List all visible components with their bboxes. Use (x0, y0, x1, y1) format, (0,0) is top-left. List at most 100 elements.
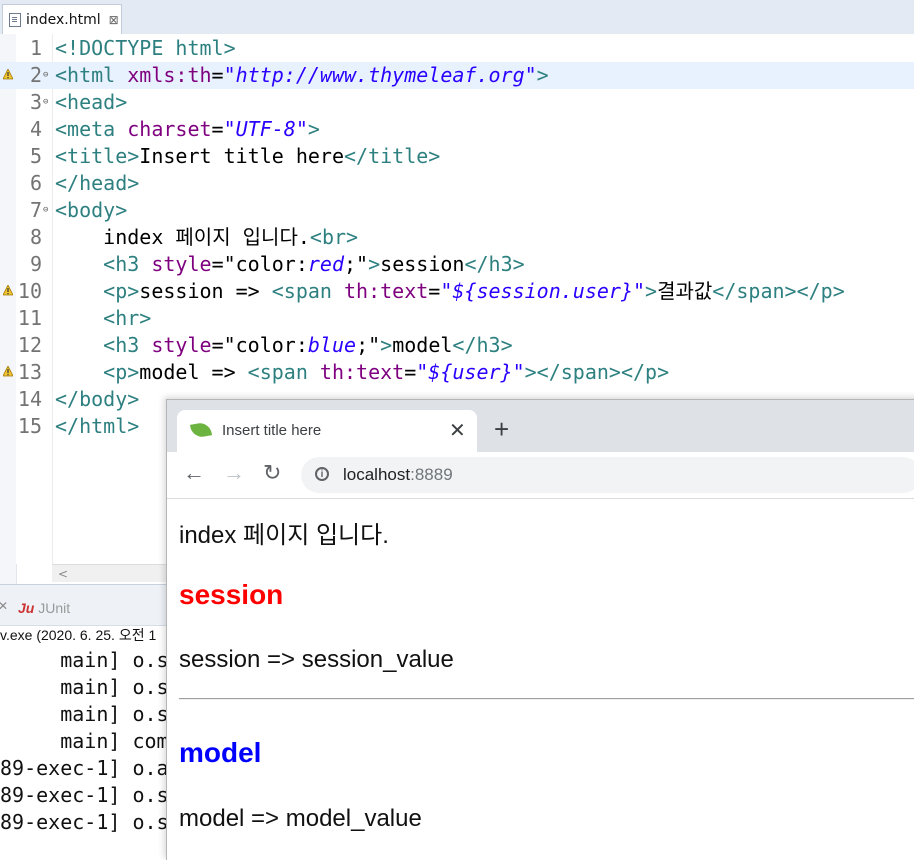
code-token: > (645, 279, 658, 303)
code-token: <p> (103, 360, 140, 384)
code-text: <head> (55, 89, 127, 116)
browser-tab[interactable]: Insert title here ✕ (177, 410, 477, 452)
close-view-icon[interactable]: ✕ (0, 599, 8, 613)
code-token: = (211, 63, 224, 87)
code-token: ;" (344, 252, 369, 276)
code-token: Insert title here (139, 144, 344, 168)
code-line[interactable]: 5 <title>Insert title here</title> (0, 143, 914, 170)
close-tab-icon[interactable]: ⊠ (109, 13, 119, 27)
code-token: red (307, 252, 345, 276)
horizontal-scrollbar[interactable]: < (52, 564, 172, 582)
code-token: style (151, 333, 212, 357)
line-number: 1 (29, 36, 42, 60)
fold-toggle-icon[interactable]: ⊖ (43, 197, 48, 224)
address-bar[interactable]: i localhost:8889 (301, 457, 914, 493)
new-tab-icon[interactable]: + (494, 416, 509, 442)
code-token: "${session.user}" (440, 279, 646, 303)
tab-junit[interactable]: Ju JUnit (18, 600, 70, 616)
intro-text: index 페이지 입니다. (179, 522, 389, 549)
fold-toggle-icon[interactable]: ⊖ (43, 62, 48, 89)
code-token: ="color: (211, 333, 308, 357)
code-token: "UTF-8" (223, 117, 308, 141)
code-token: xmls:th (127, 63, 212, 87)
code-token: > (380, 333, 393, 357)
code-text: <h3 style="color:red;">session</h3> (55, 251, 525, 278)
code-token: </body> (55, 387, 140, 411)
code-token: = (404, 360, 417, 384)
browser-tab-title: Insert title here (222, 422, 322, 439)
code-token: </span></p> (712, 279, 845, 303)
code-line[interactable]: 8 index 페이지 입니다.<br> (0, 224, 914, 251)
session-heading: session (179, 579, 284, 610)
code-token: <span (247, 360, 320, 384)
code-token: </h3> (452, 333, 513, 357)
code-token: <title> (55, 144, 140, 168)
code-token: </head> (55, 171, 140, 195)
code-text: <hr> (55, 305, 151, 332)
code-line[interactable]: 10 <p>session => <span th:text="${sessio… (0, 278, 914, 305)
code-token: <p> (103, 279, 140, 303)
code-line[interactable]: 2 ⊖ <html xmls:th="http://www.thymeleaf.or… (0, 62, 914, 89)
forward-arrow-icon[interactable]: → (223, 460, 245, 486)
code-token: 결과값 (657, 279, 713, 303)
code-token: <span (271, 279, 344, 303)
line-number: 3 (29, 90, 42, 114)
code-token: th:text (344, 279, 429, 303)
spring-leaf-icon (189, 421, 213, 439)
code-line[interactable]: 7 ⊖ <body> (0, 197, 914, 224)
code-text: <p>model => <span th:text="${user}"></sp… (55, 359, 669, 386)
code-token: ></span></p> (524, 360, 670, 384)
url-text: localhost:8889 (343, 465, 453, 484)
code-text: <title>Insert title here</title> (55, 143, 440, 170)
line-number: 14 (17, 387, 42, 411)
console-line: 89-exec-1] o.s (0, 810, 169, 834)
code-token: <br> (309, 225, 359, 249)
code-line[interactable]: 9 <h3 style="color:red;">session</h3> (0, 251, 914, 278)
code-token: </title> (344, 144, 441, 168)
code-line[interactable]: 11 <hr> (0, 305, 914, 332)
back-arrow-icon[interactable]: ← (183, 460, 205, 486)
close-icon[interactable]: ✕ (449, 418, 466, 443)
code-line[interactable]: 6 </head> (0, 170, 914, 197)
code-token: <head> (55, 90, 128, 114)
code-token: </h3> (464, 252, 525, 276)
code-token: > (536, 63, 549, 87)
code-line[interactable]: 12 <h3 style="color:blue;">model</h3> (0, 332, 914, 359)
code-text: <body> (55, 197, 127, 224)
code-token: <!DOCTYPE html> (55, 36, 236, 60)
editor-tabbar: index.html ⊠ (0, 0, 914, 35)
code-token: session => (139, 279, 272, 303)
code-text: </body> (55, 386, 139, 413)
console-line: main] o.s (0, 675, 169, 699)
tab-label: index.html (26, 11, 101, 28)
browser-window: Insert title here ✕ + ← → ↻ i localhost:… (166, 399, 914, 860)
tab-index-html[interactable]: index.html ⊠ (2, 4, 122, 34)
reload-icon[interactable]: ↻ (263, 460, 281, 486)
code-line[interactable]: 3 ⊖ <head> (0, 89, 914, 116)
code-token: index 페이지 입니다. (55, 225, 310, 249)
code-line[interactable]: 1 <!DOCTYPE html> (0, 35, 914, 62)
info-icon[interactable]: i (315, 467, 329, 481)
code-text: <h3 style="color:blue;">model</h3> (55, 332, 513, 359)
line-number: 10 (17, 279, 42, 303)
code-token: model (392, 333, 453, 357)
console-line: main] o.s (0, 648, 169, 672)
session-paragraph: session => session_value (179, 646, 454, 673)
code-line[interactable]: 13 <p>model => <span th:text="${user}"><… (0, 359, 914, 386)
code-text: </html> (55, 413, 139, 440)
line-number: 15 (17, 414, 42, 438)
fold-toggle-icon[interactable]: ⊖ (43, 89, 48, 116)
warning-icon (3, 69, 13, 80)
code-token: </html> (55, 414, 140, 438)
code-token: <h3 (103, 333, 152, 357)
code-text: </head> (55, 170, 139, 197)
code-text: <p>session => <span th:text="${session.u… (55, 278, 845, 305)
code-text: <html xmls:th="http://www.thymeleaf.org"… (55, 62, 549, 89)
code-token: blue (307, 333, 357, 357)
code-token: <html (55, 63, 128, 87)
code-line[interactable]: 4 <meta charset="UTF-8"> (0, 116, 914, 143)
code-token: "http://www.thymeleaf.org" (223, 63, 537, 87)
